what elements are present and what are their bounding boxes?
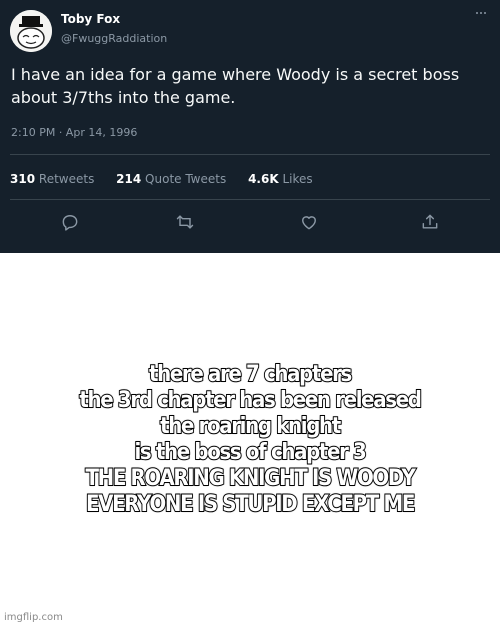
caption-line: the 3rd chapter has been released — [79, 387, 423, 414]
caption-line: there are 7 chapters — [148, 361, 353, 388]
reply-button[interactable] — [58, 210, 82, 234]
caption-line: is the boss of chapter 3 — [134, 439, 368, 466]
quote-tweets-count: 214 — [116, 172, 142, 186]
watermark: imgflip.com — [4, 612, 63, 623]
tweet-timestamp[interactable]: 2:10 PM · Apr 14, 1996 — [11, 126, 137, 139]
quote-tweets-stat[interactable]: 214 Quote Tweets — [116, 172, 226, 186]
caption-line: EVERYONE IS STUPID EXCEPT ME — [85, 491, 416, 518]
caption-line: THE ROARING KNIGHT IS WOODY — [85, 465, 417, 492]
likes-stat[interactable]: 4.6K Likes — [248, 172, 313, 186]
engagement-stats: 310 Retweets 214 Quote Tweets 4.6K Likes — [10, 172, 331, 186]
share-icon — [422, 214, 438, 229]
retweets-count: 310 — [10, 172, 36, 186]
tweet-card: Toby Fox @FwuggRaddiation I have an idea… — [0, 0, 500, 253]
retweet-icon — [176, 215, 194, 229]
quote-tweets-label: Quote Tweets — [145, 172, 227, 186]
more-options-icon[interactable] — [470, 6, 492, 20]
avatar[interactable] — [10, 10, 52, 52]
author-display-name[interactable]: Toby Fox — [61, 12, 120, 26]
reply-icon — [62, 215, 78, 231]
meme-caption: there are 7 chapters the 3rd chapter has… — [25, 361, 475, 518]
retweet-button[interactable] — [173, 210, 197, 234]
author-handle[interactable]: @FwuggRaddiation — [61, 32, 167, 45]
tweet-text: I have an idea for a game where Woody is… — [11, 65, 460, 107]
like-icon — [302, 216, 316, 230]
likes-label: Likes — [282, 172, 313, 186]
share-button[interactable] — [418, 210, 442, 234]
divider — [10, 154, 490, 155]
like-button[interactable] — [297, 210, 321, 234]
divider — [10, 199, 490, 200]
caption-line: the roaring knight — [159, 413, 342, 440]
retweets-label: Retweets — [38, 172, 95, 186]
retweets-stat[interactable]: 310 Retweets — [10, 172, 94, 186]
likes-count: 4.6K — [248, 172, 279, 186]
avatar-drawing — [10, 10, 52, 52]
